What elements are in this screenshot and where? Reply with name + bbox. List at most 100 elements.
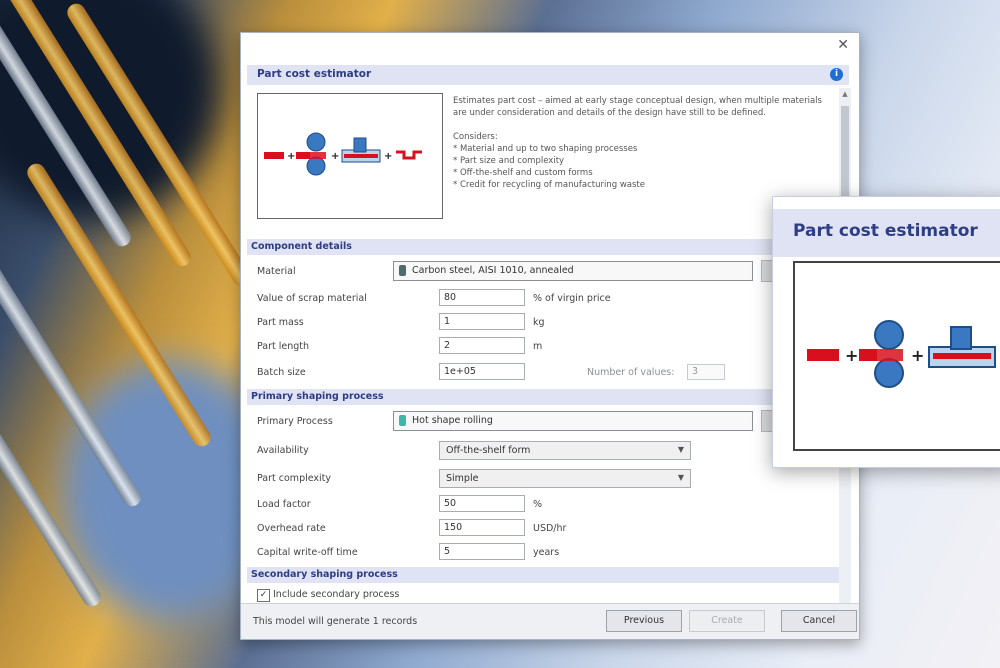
punch-icon <box>950 326 972 350</box>
scrap-value: 80 <box>444 292 457 303</box>
part-complexity-value: Simple <box>446 473 479 484</box>
plus-icon: + <box>911 346 924 365</box>
number-of-values-input[interactable]: 3 <box>687 364 725 380</box>
part-length-label: Part length <box>257 341 310 352</box>
process-icon <box>399 415 406 426</box>
scrap-value-input[interactable]: 80 <box>439 289 525 306</box>
load-factor-value: 50 <box>444 498 457 509</box>
section-title: Primary shaping process <box>251 391 384 402</box>
zoom-header: Part cost estimator <box>773 209 1000 257</box>
section-title: Component details <box>251 241 352 252</box>
capital-write-off-label: Capital write-off time <box>257 547 358 558</box>
plus-icon: + <box>845 346 858 365</box>
section-secondary-shaping: Secondary shaping process <box>247 567 839 583</box>
include-secondary-label: Include secondary process <box>273 589 400 600</box>
formed-part-icon <box>933 353 991 359</box>
material-bar-icon <box>807 349 839 361</box>
primary-process-label: Primary Process <box>257 416 333 427</box>
lower-roller-icon <box>874 358 904 388</box>
overhead-rate-input[interactable]: 150 <box>439 519 525 536</box>
availability-label: Availability <box>257 445 309 456</box>
include-secondary-checkbox[interactable]: ✓ <box>257 589 270 602</box>
overhead-rate-value: 150 <box>444 522 463 533</box>
load-factor-unit: % <box>533 499 543 510</box>
availability-value: Off-the-shelf form <box>446 445 531 456</box>
list-item: * Part size and complexity <box>453 156 565 166</box>
list-item: * Material and up to two shaping process… <box>453 144 638 154</box>
capital-write-off-input[interactable]: 5 <box>439 543 525 560</box>
material-bar-icon <box>296 152 310 159</box>
considers-heading: Considers: <box>453 132 498 142</box>
material-bar-icon <box>859 349 877 361</box>
dialog-title: Part cost estimator <box>257 68 372 80</box>
chevron-down-icon: ▼ <box>677 445 684 454</box>
list-item: * Off-the-shelf and custom forms <box>453 168 593 178</box>
zoom-title: Part cost estimator <box>793 221 978 241</box>
zoom-diagram: + + <box>793 261 1000 451</box>
zoom-diagram-svg: + + <box>807 320 996 388</box>
part-mass-unit: kg <box>533 317 545 328</box>
batch-size-value: 1e+05 <box>444 366 476 377</box>
material-icon <box>399 265 406 276</box>
plus-icon: + <box>287 151 295 162</box>
punch-icon <box>353 137 367 153</box>
plus-icon: + <box>384 151 392 162</box>
load-factor-input[interactable]: 50 <box>439 495 525 512</box>
number-of-values: 3 <box>692 366 699 377</box>
zoom-callout: Part cost estimator + + <box>772 196 1000 468</box>
part-length-unit: m <box>533 341 543 352</box>
part-mass-input[interactable]: 1 <box>439 313 525 330</box>
number-of-values-label: Number of values: <box>587 367 675 378</box>
scrap-unit: % of virgin price <box>533 293 611 304</box>
list-item: * Credit for recycling of manufacturing … <box>453 180 645 190</box>
create-button[interactable]: Create <box>689 610 765 632</box>
part-mass-label: Part mass <box>257 317 304 328</box>
part-complexity-select[interactable]: Simple ▼ <box>439 469 691 488</box>
rolled-bar-icon <box>310 152 326 159</box>
part-length-value: 2 <box>444 340 451 351</box>
material-field[interactable]: Carbon steel, AISI 1010, annealed <box>393 261 753 281</box>
process-diagram: + + + <box>257 93 443 219</box>
chevron-down-icon: ▼ <box>677 473 684 482</box>
part-length-input[interactable]: 2 <box>439 337 525 354</box>
rolled-bar-icon <box>877 349 903 361</box>
capital-write-off-unit: years <box>533 547 560 558</box>
upper-roller-icon <box>306 132 326 152</box>
batch-size-input[interactable]: 1e+05 <box>439 363 525 380</box>
dialog-footer: This model will generate 1 records Previ… <box>241 603 859 639</box>
overhead-rate-unit: USD/hr <box>533 523 567 534</box>
load-factor-label: Load factor <box>257 499 311 510</box>
status-text: This model will generate 1 records <box>253 616 418 627</box>
part-mass-value: 1 <box>444 316 451 327</box>
material-bar-icon <box>264 152 284 159</box>
primary-process-value: Hot shape rolling <box>412 415 493 426</box>
material-label: Material <box>257 266 296 277</box>
section-title: Secondary shaping process <box>251 569 398 580</box>
process-diagram-svg: + + + <box>264 132 422 176</box>
cancel-button[interactable]: Cancel <box>781 610 857 632</box>
model-description: Estimates part cost – aimed at early sta… <box>453 95 833 191</box>
batch-size-label: Batch size <box>257 367 306 378</box>
channel-section-icon <box>396 150 422 160</box>
section-component-details: Component details <box>247 239 839 255</box>
info-icon[interactable]: i <box>830 68 843 81</box>
part-complexity-label: Part complexity <box>257 473 332 484</box>
material-value: Carbon steel, AISI 1010, annealed <box>412 265 574 276</box>
description-text: Estimates part cost – aimed at early sta… <box>453 96 822 118</box>
dialog-header: Part cost estimator i <box>247 65 849 85</box>
scrap-value-label: Value of scrap material <box>257 293 367 304</box>
scroll-up-icon[interactable]: ▲ <box>840 90 850 98</box>
primary-process-field[interactable]: Hot shape rolling <box>393 411 753 431</box>
plus-icon: + <box>331 151 339 162</box>
part-cost-estimator-dialog: ✕ Part cost estimator i + + + Estimates … <box>240 32 860 640</box>
availability-select[interactable]: Off-the-shelf form ▼ <box>439 441 691 460</box>
previous-button[interactable]: Previous <box>606 610 682 632</box>
overhead-rate-label: Overhead rate <box>257 523 326 534</box>
lower-roller-icon <box>306 156 326 176</box>
close-icon[interactable]: ✕ <box>837 37 849 53</box>
capital-write-off-value: 5 <box>444 546 451 557</box>
considers-list: * Material and up to two shaping process… <box>453 143 833 191</box>
formed-part-icon <box>344 154 378 158</box>
section-primary-shaping: Primary shaping process <box>247 389 839 405</box>
upper-roller-icon <box>874 320 904 350</box>
